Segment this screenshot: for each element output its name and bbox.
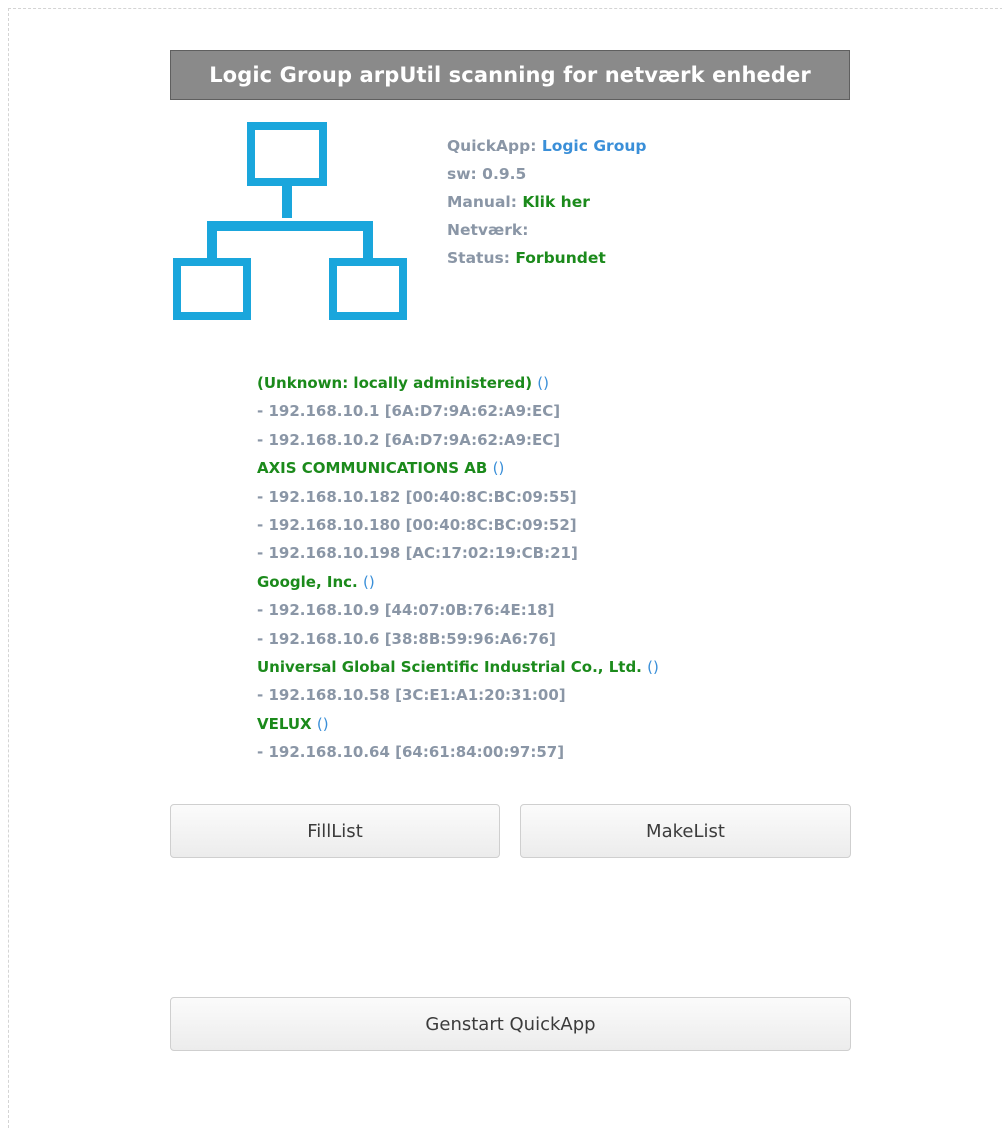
device-list: (Unknown: locally administered) () - 192… [257,369,659,767]
device-entry: - 192.168.10.180 [00:40:8C:BC:09:52] [257,516,577,535]
filllist-button[interactable]: FillList [170,804,500,858]
vendor-name: (Unknown: locally administered) [257,374,533,392]
device-entry: - 192.168.10.64 [64:61:84:00:97:57] [257,743,565,762]
sw-value: 0.9.5 [482,165,527,183]
vendor-name: Google, Inc. [257,572,358,591]
restart-quickapp-button[interactable]: Genstart QuickApp [170,997,851,1051]
vendor-row: (Unknown: locally administered) () [257,369,659,397]
vendor-name: AXIS COMMUNICATIONS AB [257,459,488,478]
vendor-name: Universal Global Scientific Industrial C… [257,658,642,677]
status-row: Status: Forbundet [447,244,646,272]
device-entry: - 192.168.10.6 [38:8B:59:96:A6:76] [257,629,556,648]
vendor-paren: () [537,374,550,392]
vendor-row: VELUX () [257,710,659,738]
status-value: Forbundet [515,249,606,267]
vendor-row: Google, Inc. () [257,568,659,596]
vendor-paren: () [492,459,505,478]
info-panel: QuickApp: Logic Group sw: 0.9.5 Manual: … [447,132,646,272]
makelist-button[interactable]: MakeList [520,804,851,858]
device-entry: - 192.168.10.1 [6A:D7:9A:62:A9:EC] [257,402,561,421]
network-row: Netværk: [447,216,646,244]
vendor-paren: () [362,572,375,591]
device-entry: - 192.168.10.2 [6A:D7:9A:62:A9:EC] [257,430,561,449]
device-entry: - 192.168.10.182 [00:40:8C:BC:09:55] [257,487,577,506]
vendor-row: Universal Global Scientific Industrial C… [257,653,659,681]
sw-label: sw: [447,165,477,183]
vendor-row: AXIS COMMUNICATIONS AB () [257,454,659,482]
quickapp-value: Logic Group [541,137,647,155]
sw-row: sw: 0.9.5 [447,160,646,188]
quickapp-row: QuickApp: Logic Group [447,132,646,160]
quickapp-label: QuickApp: [447,137,537,155]
device-entry: - 192.168.10.9 [44:07:0B:76:4E:18] [257,601,555,620]
status-label: Status: [447,249,510,267]
vendor-name: VELUX [257,714,312,733]
vendor-paren: () [647,658,659,677]
vendor-paren: () [316,714,329,733]
manual-label: Manual: [447,193,517,211]
page-title: Logic Group arpUtil scanning for netværk… [170,50,850,100]
network-topology-icon [173,122,407,320]
manual-link[interactable]: Klik her [522,193,590,211]
manual-row: Manual: Klik her [447,188,646,216]
network-label: Netværk: [447,221,529,239]
device-entry: - 192.168.10.198 [AC:17:02:19:CB:21] [257,544,578,563]
device-entry: - 192.168.10.58 [3C:E1:A1:20:31:00] [257,686,566,705]
